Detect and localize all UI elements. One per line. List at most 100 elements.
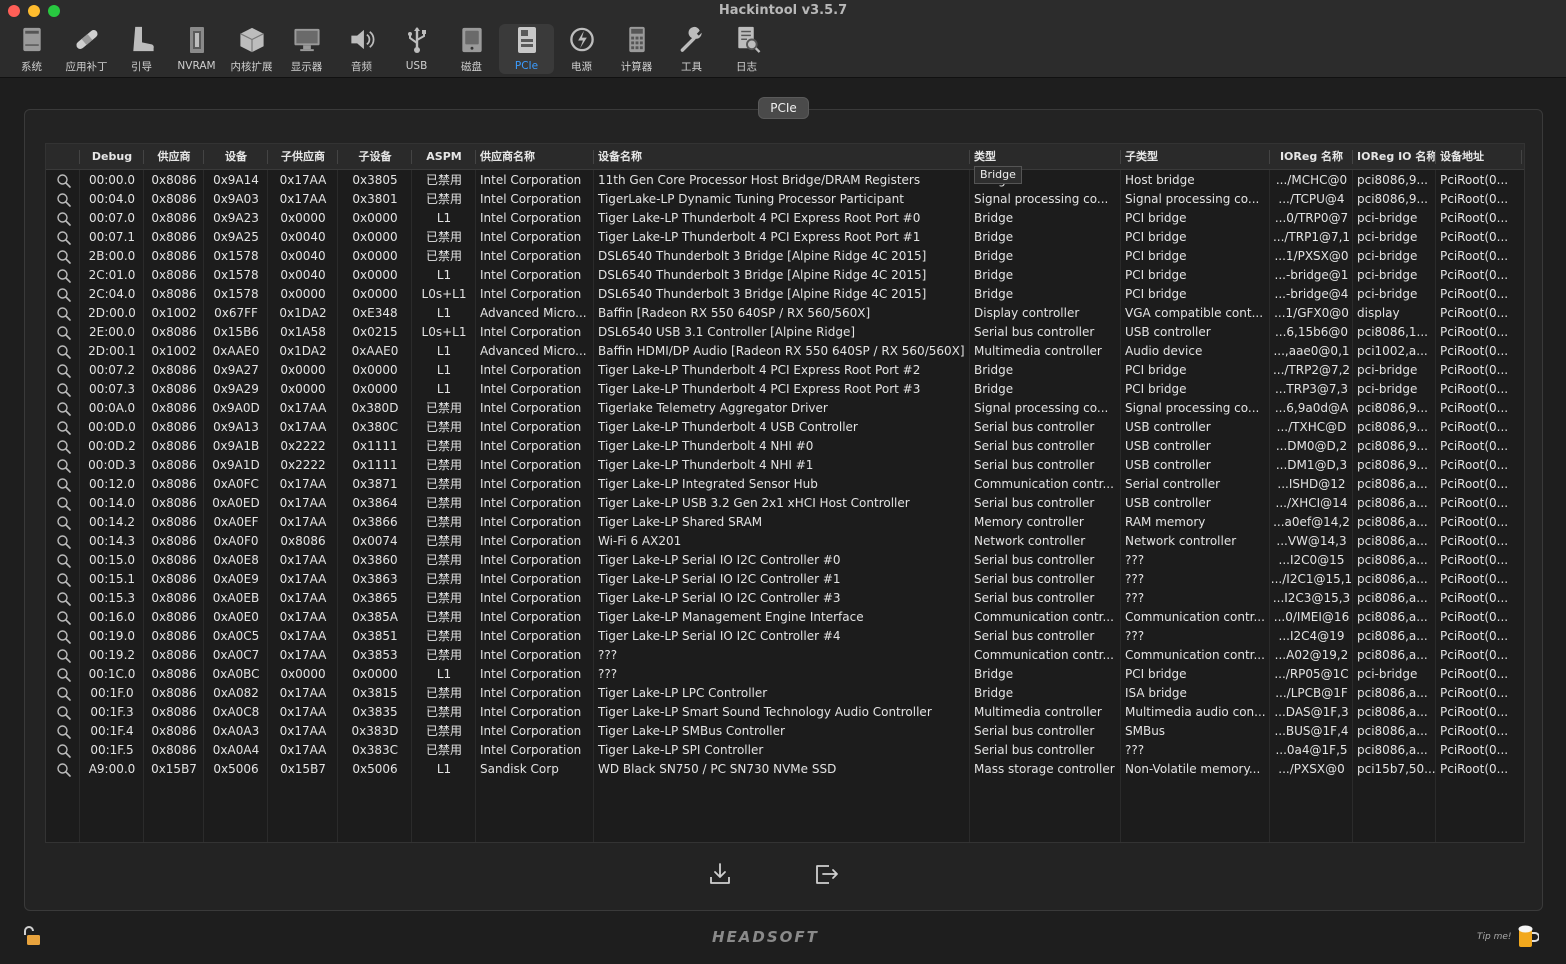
pcie-device-table[interactable]: Debug 供应商 设备 子供应商 子设备 ASPM 供应商名称 设备名称 类型 子类型 IOReg… <box>45 143 1525 843</box>
table-row[interactable]: 00:0D.3 0x8086 0x9A1D 0x2222 0x1111 已禁用 Intel … <box>46 456 1524 475</box>
column-header-ioreg-io-name[interactable]: IOReg IO 名称 <box>1353 144 1436 170</box>
lookup-magnifier-icon[interactable] <box>56 515 72 531</box>
table-row[interactable]: 00:1F.0 0x8086 0xA082 0x17AA 0x3815 已禁用 Intel … <box>46 684 1524 703</box>
toolbar-kext-button[interactable]: 内核扩展 <box>224 24 279 74</box>
table-row[interactable]: 00:0A.0 0x8086 0x9A0D 0x17AA 0x380D 已禁用 Intel … <box>46 399 1524 418</box>
lookup-magnifier-icon[interactable] <box>56 173 72 189</box>
lookup-magnifier-icon[interactable] <box>56 667 72 683</box>
column-header-subvendor[interactable]: 子供应商 <box>268 144 338 170</box>
lookup-magnifier-icon[interactable] <box>56 610 72 626</box>
lookup-magnifier-icon[interactable] <box>56 705 72 721</box>
lookup-magnifier-icon[interactable] <box>56 553 72 569</box>
toolbar-nvram-button[interactable]: NVRAM <box>169 24 224 74</box>
column-header-vendor-name[interactable]: 供应商名称 <box>476 144 594 170</box>
lookup-magnifier-icon[interactable] <box>56 306 72 322</box>
table-row[interactable]: 00:19.2 0x8086 0xA0C7 0x17AA 0x3853 已禁用 Intel … <box>46 646 1524 665</box>
lookup-magnifier-icon[interactable] <box>56 496 72 512</box>
table-row[interactable]: 00:12.0 0x8086 0xA0FC 0x17AA 0x3871 已禁用 Intel … <box>46 475 1524 494</box>
lookup-magnifier-icon[interactable] <box>56 439 72 455</box>
lookup-magnifier-icon[interactable] <box>56 629 72 645</box>
unlock-icon[interactable] <box>22 925 46 947</box>
cell-class: Bridge <box>974 382 1014 396</box>
lookup-magnifier-icon[interactable] <box>56 382 72 398</box>
lookup-magnifier-icon[interactable] <box>56 268 72 284</box>
toolbar-display-button[interactable]: 显示器 <box>279 24 334 74</box>
table-row[interactable]: 2E:00.0 0x8086 0x15B6 0x1A58 0x0215 L0s+L1 Int… <box>46 323 1524 342</box>
lookup-magnifier-icon[interactable] <box>56 363 72 379</box>
lookup-magnifier-icon[interactable] <box>56 401 72 417</box>
table-row[interactable]: 2C:04.0 0x8086 0x1578 0x0000 0x0000 L0s+L1 Int… <box>46 285 1524 304</box>
lookup-magnifier-icon[interactable] <box>56 686 72 702</box>
table-row[interactable]: 00:16.0 0x8086 0xA0E0 0x17AA 0x385A 已禁用 Intel … <box>46 608 1524 627</box>
toolbar-tools-button[interactable]: 工具 <box>664 24 719 74</box>
table-row[interactable]: 00:07.1 0x8086 0x9A25 0x0040 0x0000 已禁用 Intel … <box>46 228 1524 247</box>
table-row[interactable]: 2D:00.0 0x1002 0x67FF 0x1DA2 0xE348 L1 Advance… <box>46 304 1524 323</box>
table-row[interactable]: 00:0D.2 0x8086 0x9A1B 0x2222 0x1111 已禁用 Intel … <box>46 437 1524 456</box>
table-row[interactable]: 2D:00.1 0x1002 0xAAE0 0x1DA2 0xAAE0 L1 Advance… <box>46 342 1524 361</box>
lookup-magnifier-icon[interactable] <box>56 249 72 265</box>
column-header-subclass[interactable]: 子类型 <box>1121 144 1270 170</box>
column-header-subdevice[interactable]: 子设备 <box>338 144 412 170</box>
lookup-magnifier-icon[interactable] <box>56 648 72 664</box>
toolbar-patch-button[interactable]: 应用补丁 <box>59 24 114 74</box>
table-row[interactable]: A9:00.0 0x15B7 0x5006 0x15B7 0x5006 L1 Sandisk… <box>46 760 1524 779</box>
table-row[interactable]: 2B:00.0 0x8086 0x1578 0x0040 0x0000 已禁用 Intel … <box>46 247 1524 266</box>
table-row[interactable]: 00:14.0 0x8086 0xA0ED 0x17AA 0x3864 已禁用 Intel … <box>46 494 1524 513</box>
toolbar-disk-button[interactable]: 磁盘 <box>444 24 499 74</box>
lookup-magnifier-icon[interactable] <box>56 420 72 436</box>
toolbar-log-button[interactable]: 日志 <box>719 24 774 74</box>
table-row[interactable]: 00:0D.0 0x8086 0x9A13 0x17AA 0x380C 已禁用 Intel … <box>46 418 1524 437</box>
table-row[interactable]: 00:14.3 0x8086 0xA0F0 0x8086 0x0074 已禁用 Intel … <box>46 532 1524 551</box>
table-row[interactable]: 00:14.2 0x8086 0xA0EF 0x17AA 0x3866 已禁用 Intel … <box>46 513 1524 532</box>
table-row[interactable]: 00:15.1 0x8086 0xA0E9 0x17AA 0x3863 已禁用 Intel … <box>46 570 1524 589</box>
lookup-magnifier-icon[interactable] <box>56 477 72 493</box>
table-row[interactable]: 00:1F.4 0x8086 0xA0A3 0x17AA 0x383D 已禁用 Intel … <box>46 722 1524 741</box>
table-row[interactable]: 00:07.3 0x8086 0x9A29 0x0000 0x0000 L1 Intel C… <box>46 380 1524 399</box>
table-row[interactable]: 00:15.0 0x8086 0xA0E8 0x17AA 0x3860 已禁用 Intel … <box>46 551 1524 570</box>
column-header-device[interactable]: 设备 <box>204 144 268 170</box>
lookup-magnifier-icon[interactable] <box>56 325 72 341</box>
table-row[interactable]: 00:04.0 0x8086 0x9A03 0x17AA 0x3801 已禁用 Intel … <box>46 190 1524 209</box>
table-row[interactable]: 2C:01.0 0x8086 0x1578 0x0040 0x0000 L1 Intel C… <box>46 266 1524 285</box>
table-row[interactable]: 00:1C.0 0x8086 0xA0BC 0x0000 0x0000 L1 Intel C… <box>46 665 1524 684</box>
lookup-magnifier-icon[interactable] <box>56 762 72 778</box>
lookup-magnifier-icon[interactable] <box>56 724 72 740</box>
table-row[interactable]: 00:07.0 0x8086 0x9A23 0x0000 0x0000 L1 Intel C… <box>46 209 1524 228</box>
cell-class: Bridge <box>974 686 1014 700</box>
tip-me-label[interactable]: Tip me! <box>1477 932 1511 942</box>
toolbar-audio-button[interactable]: 音频 <box>334 24 389 74</box>
pcie-section-tab[interactable]: PCIe <box>758 97 809 119</box>
beer-mug-icon[interactable] <box>1515 921 1539 951</box>
table-row[interactable]: 00:07.2 0x8086 0x9A27 0x0000 0x0000 L1 Intel C… <box>46 361 1524 380</box>
column-header-device-path[interactable]: 设备地址 <box>1436 144 1522 170</box>
table-row[interactable]: 00:19.0 0x8086 0xA0C5 0x17AA 0x3851 已禁用 Intel … <box>46 627 1524 646</box>
lookup-magnifier-icon[interactable] <box>56 192 72 208</box>
table-row[interactable]: 00:15.3 0x8086 0xA0EB 0x17AA 0x3865 已禁用 Intel … <box>46 589 1524 608</box>
toolbar-calc-button[interactable]: 计算器 <box>609 24 664 74</box>
toolbar-boot-button[interactable]: 引导 <box>114 24 169 74</box>
column-header-vendor[interactable]: 供应商 <box>144 144 204 170</box>
table-row[interactable]: 00:00.0 0x8086 0x9A14 0x17AA 0x3805 已禁用 Intel … <box>46 171 1524 190</box>
lookup-magnifier-icon[interactable] <box>56 230 72 246</box>
toolbar-pcie-button[interactable]: PCIe <box>499 24 554 74</box>
toolbar-usb-button[interactable]: USB <box>389 24 444 74</box>
column-header-aspm[interactable]: ASPM <box>412 144 476 170</box>
column-header-lookup[interactable] <box>46 144 80 170</box>
lookup-magnifier-icon[interactable] <box>56 591 72 607</box>
lookup-magnifier-icon[interactable] <box>56 572 72 588</box>
column-header-device-name[interactable]: 设备名称 <box>594 144 970 170</box>
toolbar-system-button[interactable]: 系统 <box>4 24 59 74</box>
lookup-magnifier-icon[interactable] <box>56 344 72 360</box>
toolbar-power-button[interactable]: 电源 <box>554 24 609 74</box>
lookup-magnifier-icon[interactable] <box>56 458 72 474</box>
lookup-magnifier-icon[interactable] <box>56 534 72 550</box>
lookup-magnifier-icon[interactable] <box>56 211 72 227</box>
export-icon[interactable] <box>812 860 840 888</box>
download-icon[interactable] <box>706 860 734 888</box>
lookup-magnifier-icon[interactable] <box>56 287 72 303</box>
table-row[interactable]: 00:1F.5 0x8086 0xA0A4 0x17AA 0x383C 已禁用 Intel … <box>46 741 1524 760</box>
column-header-ioreg-name[interactable]: IOReg 名称 <box>1270 144 1353 170</box>
column-header-debug[interactable]: Debug <box>80 144 144 170</box>
table-row[interactable]: 00:1F.3 0x8086 0xA0C8 0x17AA 0x3835 已禁用 Intel … <box>46 703 1524 722</box>
lookup-magnifier-icon[interactable] <box>56 743 72 759</box>
